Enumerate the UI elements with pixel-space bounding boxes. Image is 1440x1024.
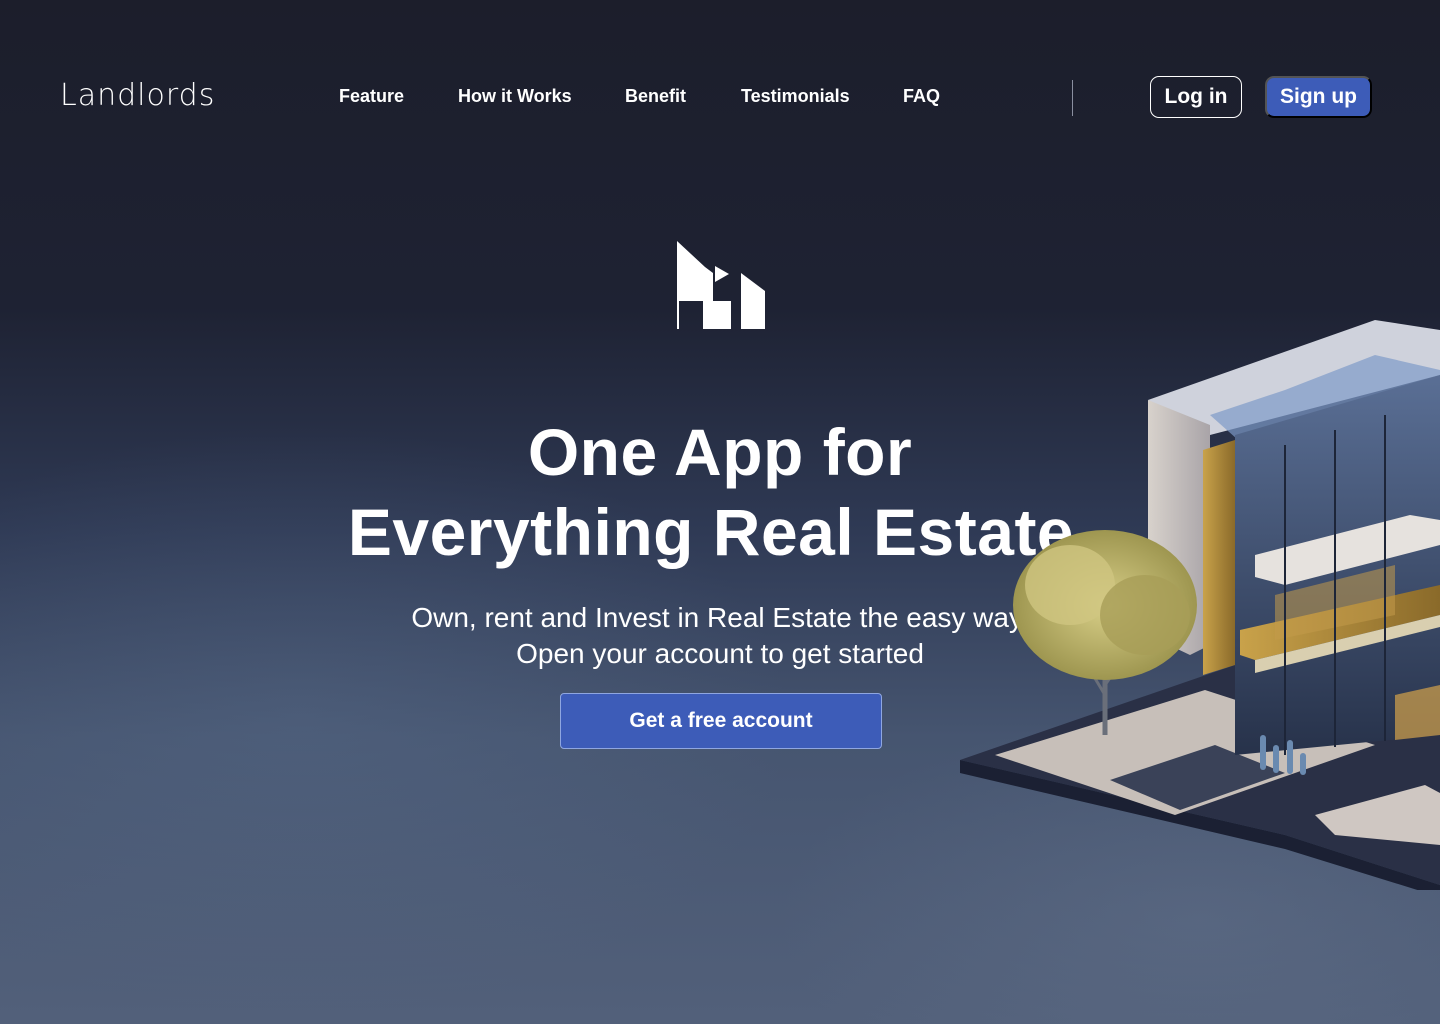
nav-link-faq[interactable]: FAQ [903,86,940,107]
nav-link-how-it-works[interactable]: How it Works [458,86,572,107]
hero-subtitle-line-1: Own, rent and Invest in Real Estate the … [411,602,1029,633]
hero-subtitle-line-2: Open your account to get started [516,638,924,669]
hero-title-line-1: One App for [527,415,913,489]
landlords-logo-mark-icon [677,241,765,329]
nav-divider [1072,80,1073,116]
get-free-account-button[interactable]: Get a free account [560,693,882,749]
nav-link-benefit[interactable]: Benefit [625,86,686,107]
house-illustration [960,320,1440,890]
top-navigation: Landlords Feature How it Works Benefit T… [0,0,1440,196]
signup-button[interactable]: Sign up [1265,76,1372,118]
brand-logo[interactable]: Landlords [60,78,215,113]
nav-link-feature[interactable]: Feature [339,86,404,107]
nav-link-testimonials[interactable]: Testimonials [741,86,850,107]
login-button[interactable]: Log in [1150,76,1242,118]
